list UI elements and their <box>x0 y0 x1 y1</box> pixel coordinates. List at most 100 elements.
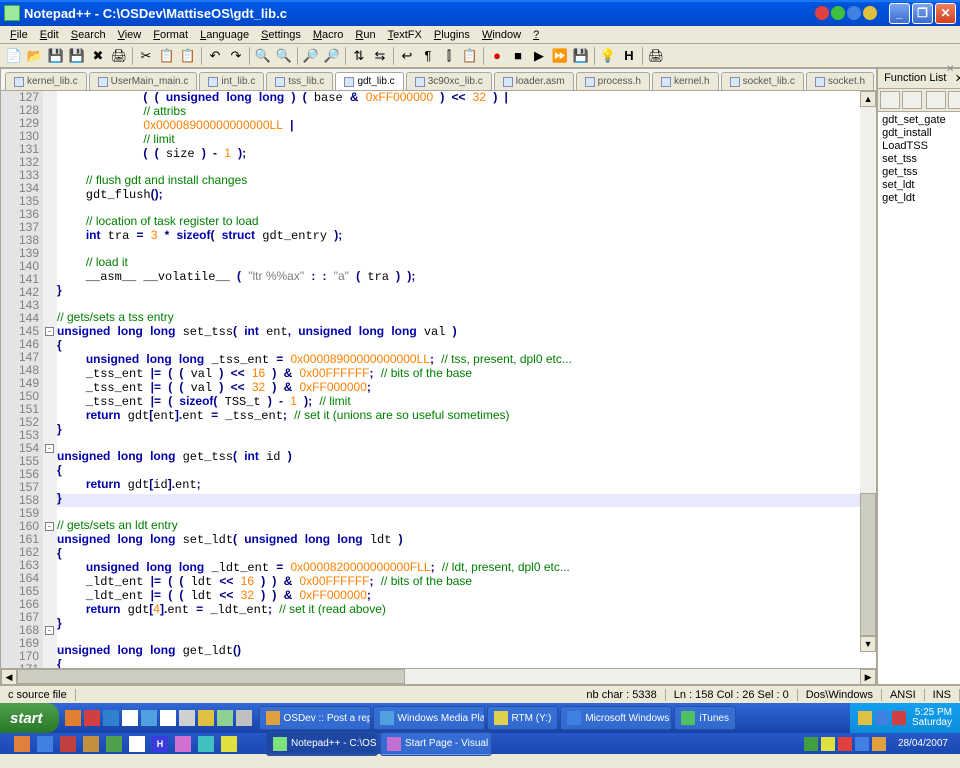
ql-icon[interactable] <box>217 710 233 726</box>
menu-search[interactable]: Search <box>65 27 112 43</box>
ql-icon[interactable] <box>122 710 138 726</box>
tray-icon[interactable] <box>858 711 872 725</box>
maximize-button[interactable]: ❐ <box>912 3 933 24</box>
workspace-close-icon[interactable]: ✕ <box>946 64 956 74</box>
undo-button[interactable]: ↶ <box>205 46 225 66</box>
file-tab[interactable]: process.h <box>576 72 650 90</box>
mini-icon[interactable] <box>83 736 99 752</box>
menu-file[interactable]: File <box>4 27 34 43</box>
function-item[interactable]: gdt_install <box>882 127 960 140</box>
ql-icon[interactable] <box>84 710 100 726</box>
ql-icon[interactable] <box>198 710 214 726</box>
tray-icon[interactable] <box>855 737 869 751</box>
zoom-out-button[interactable]: 🔎 <box>322 46 342 66</box>
taskbar-task[interactable]: Notepad++ - C:\OSD... <box>266 732 378 756</box>
file-tab[interactable]: socket.h <box>806 72 874 90</box>
gadget-icon[interactable] <box>863 6 877 20</box>
menu-plugins[interactable]: Plugins <box>428 27 476 43</box>
save-macro-button[interactable]: 💾 <box>571 46 591 66</box>
stop-macro-button[interactable]: ■ <box>508 46 528 66</box>
tray-clock[interactable]: 5:25 PM Saturday <box>912 708 952 728</box>
mini-icon[interactable] <box>129 736 145 752</box>
code-content[interactable]: ( ( unsigned long long ) ( base & 0xFF00… <box>57 91 876 668</box>
print-now-button[interactable]: 🖨 <box>646 46 666 66</box>
copy-button[interactable]: 📋 <box>157 46 177 66</box>
file-tab[interactable]: gdt_lib.c <box>335 72 403 90</box>
panel-sort-button[interactable] <box>926 91 946 109</box>
redo-button[interactable]: ↷ <box>226 46 246 66</box>
fold-marker[interactable]: - <box>45 626 54 635</box>
scroll-thumb[interactable] <box>860 493 876 636</box>
find-button[interactable]: 🔍 <box>253 46 273 66</box>
code-area[interactable]: 1271281291301311321331341351361371381391… <box>1 91 876 668</box>
function-item[interactable]: LoadTSS <box>882 140 960 153</box>
file-tab[interactable]: socket_lib.c <box>721 72 804 90</box>
menu-window[interactable]: Window <box>476 27 527 43</box>
file-tab[interactable]: tss_lib.c <box>266 72 333 90</box>
taskbar-task[interactable]: Start Page - Visual C... <box>380 732 492 756</box>
function-item[interactable]: get_tss <box>882 166 960 179</box>
function-item[interactable]: set_ldt <box>882 179 960 192</box>
mini-icon[interactable] <box>60 736 76 752</box>
tray-icon[interactable] <box>892 711 906 725</box>
sync-v-button[interactable]: ⇅ <box>349 46 369 66</box>
print-button[interactable]: 🖨 <box>109 46 129 66</box>
menu-edit[interactable]: Edit <box>34 27 65 43</box>
menu-?[interactable]: ? <box>527 27 545 43</box>
scroll-track[interactable] <box>860 107 876 636</box>
mini-icon[interactable] <box>14 736 30 752</box>
tray-icon[interactable] <box>804 737 818 751</box>
record-macro-button[interactable]: ● <box>487 46 507 66</box>
open-file-button[interactable]: 📂 <box>25 46 45 66</box>
wordwrap-button[interactable]: ↩ <box>397 46 417 66</box>
function-item[interactable]: gdt_set_gate <box>882 114 960 127</box>
file-tab[interactable]: kernel_lib.c <box>5 72 87 90</box>
panel-refresh-button[interactable] <box>948 91 960 109</box>
replace-button[interactable]: 🔍 <box>274 46 294 66</box>
play-multi-button[interactable]: ⏩ <box>550 46 570 66</box>
menu-run[interactable]: Run <box>349 27 381 43</box>
save-all-button[interactable]: 💾 <box>67 46 87 66</box>
mini-icon[interactable]: H <box>152 736 168 752</box>
scroll-track[interactable] <box>17 669 860 684</box>
file-tab[interactable]: 3c90xc_lib.c <box>406 72 492 90</box>
function-item[interactable]: get_ldt <box>882 192 960 205</box>
mini-icon[interactable] <box>175 736 191 752</box>
menu-format[interactable]: Format <box>147 27 194 43</box>
taskbar-task[interactable]: iTunes <box>674 706 736 730</box>
indent-guide-button[interactable]: ⫿ <box>439 46 459 66</box>
ql-icon[interactable] <box>236 710 252 726</box>
play-macro-button[interactable]: ▶ <box>529 46 549 66</box>
show-all-chars-button[interactable]: ¶ <box>418 46 438 66</box>
file-tab[interactable]: loader.asm <box>494 72 574 90</box>
menu-settings[interactable]: Settings <box>255 27 307 43</box>
vertical-scrollbar[interactable]: ▲ ▼ <box>860 91 876 652</box>
fold-marker[interactable]: - <box>45 444 54 453</box>
panel-list-button[interactable] <box>880 91 900 109</box>
taskbar-task[interactable]: RTM (Y:) <box>487 706 559 730</box>
scroll-up-button[interactable]: ▲ <box>860 91 876 107</box>
taskbar-task[interactable]: Microsoft Windows Dr... <box>560 706 672 730</box>
scroll-right-button[interactable]: ▶ <box>860 669 876 685</box>
scroll-left-button[interactable]: ◀ <box>1 669 17 685</box>
ql-icon[interactable] <box>179 710 195 726</box>
zoom-in-button[interactable]: 🔎 <box>301 46 321 66</box>
ql-icon[interactable] <box>141 710 157 726</box>
taskbar-task[interactable]: Windows Media Player <box>373 706 485 730</box>
mini-icon[interactable] <box>221 736 237 752</box>
user-lang-button[interactable]: 📋 <box>460 46 480 66</box>
mini-icon[interactable] <box>37 736 53 752</box>
close-button[interactable]: ✕ <box>935 3 956 24</box>
horizontal-scrollbar[interactable]: ◀ ▶ <box>1 668 876 684</box>
light-explorer-button[interactable]: 💡 <box>598 46 618 66</box>
mini-icon[interactable] <box>198 736 214 752</box>
menu-view[interactable]: View <box>112 27 148 43</box>
tray-icon[interactable] <box>821 737 835 751</box>
menu-textfx[interactable]: TextFX <box>382 27 428 43</box>
tray-icon[interactable] <box>838 737 852 751</box>
fold-marker[interactable]: - <box>45 327 54 336</box>
sync-h-button[interactable]: ⇆ <box>370 46 390 66</box>
ql-icon[interactable] <box>160 710 176 726</box>
save-button[interactable]: 💾 <box>46 46 66 66</box>
panel-tree-button[interactable] <box>902 91 922 109</box>
